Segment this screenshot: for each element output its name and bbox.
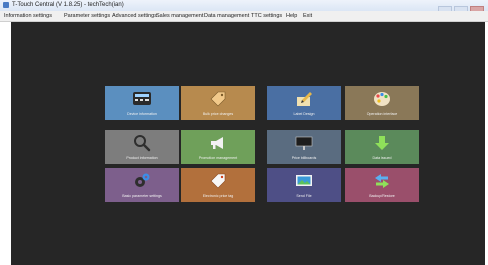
- menu-data-management[interactable]: Data management: [204, 12, 249, 20]
- tile-backup-restore[interactable]: Backup/Restore: [345, 168, 419, 202]
- palette-icon: [374, 92, 390, 106]
- window-controls: [436, 1, 484, 14]
- tile-device-information[interactable]: Device information: [105, 86, 179, 120]
- price-tag-icon: [210, 91, 226, 107]
- tile-label: Electronic price tag: [202, 194, 234, 198]
- tile-price-billboards[interactable]: Price billboards: [267, 130, 341, 164]
- tile-label: Basic parameter settings: [122, 194, 162, 198]
- scale-device-icon: [133, 92, 151, 105]
- tile-label: Data issued: [372, 156, 392, 160]
- tile-label: Price billboards: [291, 156, 317, 160]
- billboard-icon: [295, 136, 313, 150]
- tile-send-file[interactable]: Send File: [267, 168, 341, 202]
- tile-label: Label Design: [293, 112, 315, 116]
- window-title: T-Touch Central (V 1.8.25) - techTech(ia…: [12, 2, 124, 8]
- tile-bulk-price-changes[interactable]: Bulk price changes: [181, 86, 255, 120]
- menu-bar: Information settings Parameter settings …: [0, 11, 488, 22]
- menu-exit[interactable]: Exit: [303, 12, 312, 20]
- title-bar: T-Touch Central (V 1.8.25) - techTech(ia…: [0, 0, 488, 14]
- tile-product-information[interactable]: Product information: [105, 130, 179, 164]
- tile-label: Operation interface: [366, 112, 398, 116]
- send-file-icon: [296, 175, 312, 186]
- tile-label-design[interactable]: Label Design: [267, 86, 341, 120]
- tile-label: Bulk price changes: [202, 112, 234, 116]
- electronic-tag-icon: [210, 173, 226, 189]
- gears-icon: [135, 173, 150, 187]
- menu-sales-management[interactable]: Sales management: [156, 12, 203, 20]
- tile-basic-parameter-settings[interactable]: Basic parameter settings: [105, 168, 179, 202]
- tile-label: Device information: [127, 112, 157, 116]
- tile-data-issued[interactable]: Data issued: [345, 130, 419, 164]
- label-design-icon: [297, 92, 312, 106]
- menu-help[interactable]: Help: [286, 12, 297, 20]
- menu-advanced-settings[interactable]: Advanced settings: [112, 12, 157, 20]
- backup-restore-icon: [375, 174, 389, 188]
- tile-electronic-price-tag[interactable]: Electronic price tag: [181, 168, 255, 202]
- menu-parameter-settings[interactable]: Parameter settings: [64, 12, 110, 20]
- tile-label: Backup/Restore: [369, 194, 395, 198]
- menu-ttc-settings[interactable]: TTC settings: [251, 12, 282, 20]
- tile-operation-interface[interactable]: Operation interface: [345, 86, 419, 120]
- download-arrow-icon: [375, 136, 389, 150]
- tile-label: Product information: [126, 156, 158, 160]
- megaphone-icon: [211, 137, 223, 149]
- tile-promotion-management[interactable]: Promotion management: [181, 130, 255, 164]
- tile-label: Promotion management: [198, 156, 238, 160]
- app-icon: [3, 2, 9, 8]
- tile-label: Send File: [296, 194, 312, 198]
- magnifier-icon: [134, 135, 151, 152]
- workspace: Device information Bulk price changes La…: [11, 22, 485, 265]
- menu-information-settings[interactable]: Information settings: [4, 12, 52, 20]
